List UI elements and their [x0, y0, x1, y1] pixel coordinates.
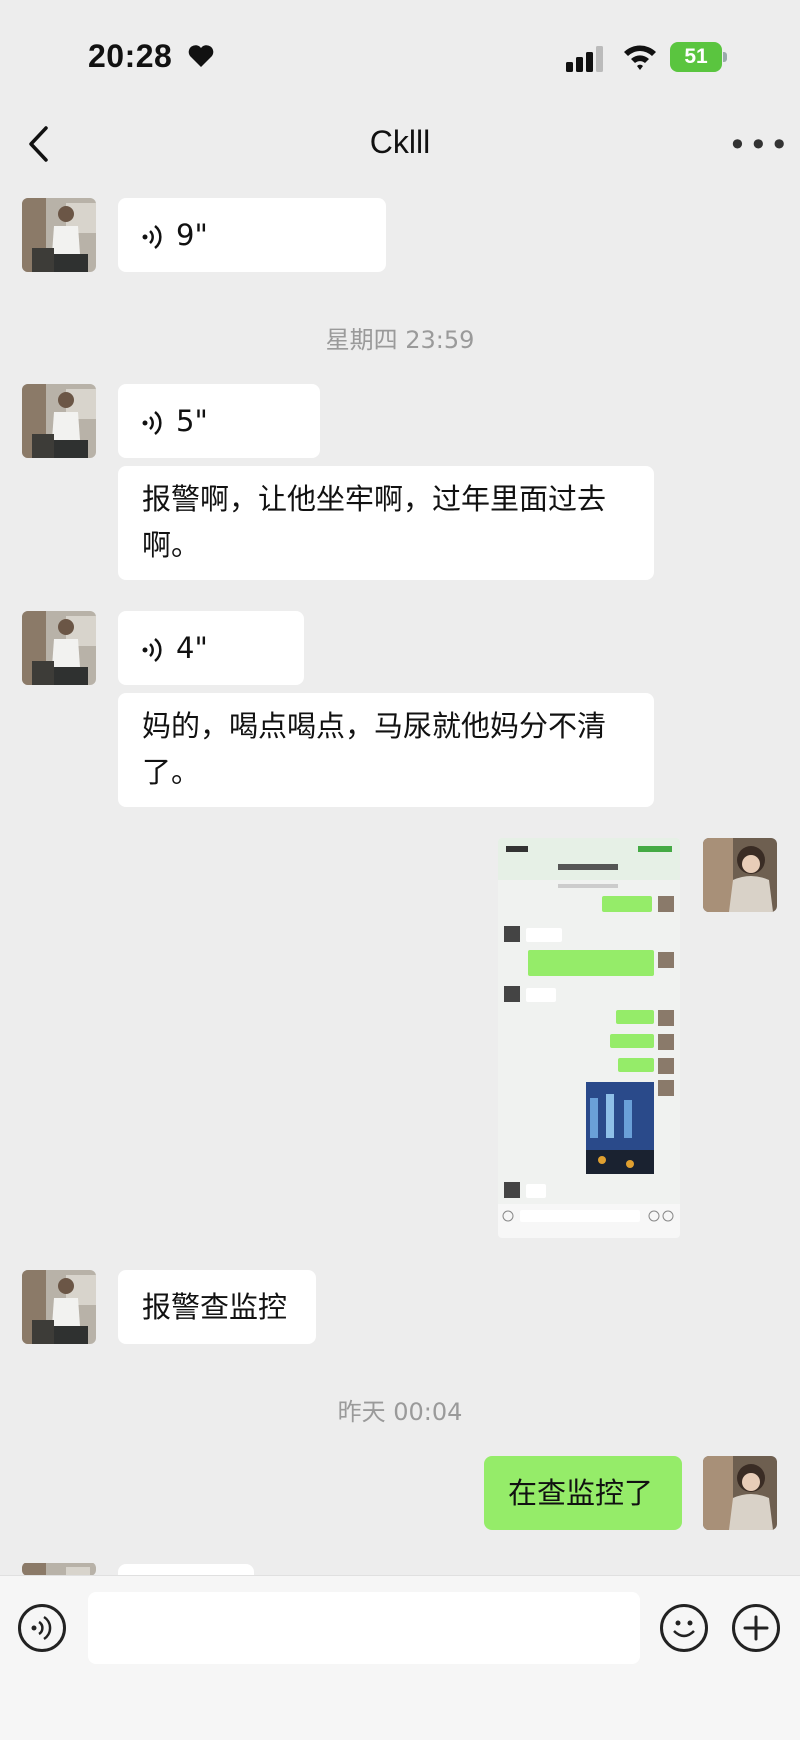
- voice-wave-icon: [142, 225, 162, 249]
- chat-title: Cklll: [369, 124, 431, 160]
- voice-duration: 9": [176, 218, 208, 252]
- heart-icon: [188, 45, 214, 67]
- battery-tip: [723, 52, 727, 62]
- contact-avatar[interactable]: [22, 611, 96, 685]
- contact-avatar[interactable]: [22, 198, 96, 272]
- contact-avatar[interactable]: [22, 1270, 96, 1344]
- message-text-line: 妈的，喝点喝点，马尿就他妈分不清: [142, 709, 607, 743]
- voice-message[interactable]: 9": [118, 198, 386, 272]
- plus-icon[interactable]: [732, 1604, 780, 1652]
- voice-wave-icon: [142, 411, 162, 435]
- voice-duration: 5": [176, 404, 208, 438]
- message-timestamp: 昨天 00:04: [337, 1398, 463, 1426]
- emoji-icon[interactable]: [660, 1604, 708, 1652]
- wifi-icon: [624, 45, 656, 70]
- voice-input-icon[interactable]: [18, 1604, 66, 1652]
- message-timestamp: 星期四 23:59: [325, 326, 475, 354]
- text-message[interactable]: 报警啊，让他坐牢啊，过年里面过去 啊。: [118, 466, 654, 580]
- message-text-line: 了。: [142, 755, 201, 789]
- message-input[interactable]: [88, 1592, 640, 1664]
- voice-wave-icon: [142, 638, 162, 662]
- message-text-line: 报警啊，让他坐牢啊，过年里面过去: [142, 482, 607, 516]
- battery-indicator: 51: [670, 42, 722, 72]
- message-text-line: 啊。: [142, 528, 201, 562]
- cellular-signal-icon: [566, 46, 603, 72]
- voice-message[interactable]: 4": [118, 611, 304, 685]
- more-icon[interactable]: •••: [728, 126, 789, 164]
- contact-avatar[interactable]: [22, 384, 96, 458]
- voice-duration: 4": [176, 631, 208, 665]
- text-message[interactable]: 报警查监控: [118, 1270, 316, 1344]
- voice-message[interactable]: 5": [118, 384, 320, 458]
- sent-text-message[interactable]: 在查监控了: [484, 1456, 682, 1530]
- text-message[interactable]: 妈的，喝点喝点，马尿就他妈分不清 了。: [118, 693, 654, 807]
- status-time: 20:28: [88, 38, 173, 74]
- contact-avatar[interactable]: [22, 1562, 96, 1576]
- self-avatar[interactable]: [703, 1456, 777, 1530]
- sent-image-message[interactable]: [498, 838, 680, 1238]
- self-avatar[interactable]: [703, 838, 777, 912]
